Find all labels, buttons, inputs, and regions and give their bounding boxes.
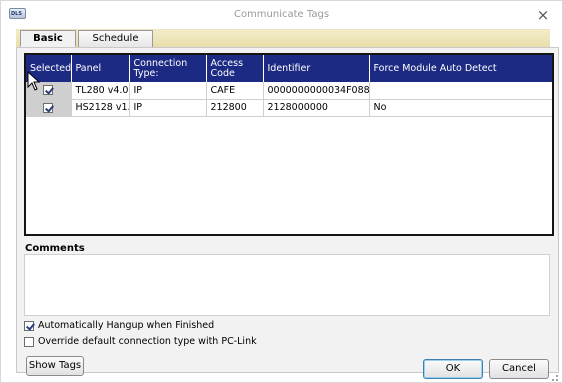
table-row[interactable]: HS2128 v1.1 IP 212800 2128000000 No xyxy=(26,99,552,117)
table-row[interactable]: TL280 v4.0 IP CAFE 0000000000034F088F6B xyxy=(26,82,552,100)
comments-input[interactable] xyxy=(24,254,550,316)
ok-button[interactable]: OK xyxy=(423,359,483,379)
column-header-connection-type[interactable]: Connection Type: xyxy=(129,55,207,82)
row-selected-checkbox[interactable] xyxy=(43,102,54,113)
tab-schedule[interactable]: Schedule xyxy=(78,30,153,47)
auto-hangup-option[interactable]: Automatically Hangup when Finished xyxy=(24,319,214,333)
access-code-cell: CAFE xyxy=(206,82,264,100)
column-header-panel[interactable]: Panel xyxy=(71,55,130,82)
column-header-identifier[interactable]: Identifier xyxy=(263,55,370,82)
force-detect-cell: No xyxy=(369,99,552,117)
close-icon[interactable]: × xyxy=(532,5,554,25)
access-code-cell: 212800 xyxy=(206,99,264,117)
cancel-button[interactable]: Cancel xyxy=(489,359,549,379)
window-title: Communicate Tags xyxy=(233,9,330,20)
force-detect-cell xyxy=(369,82,552,100)
resize-grip-icon[interactable] xyxy=(548,371,560,383)
title-bar[interactable]: DLS Communicate Tags × xyxy=(1,1,562,29)
communicate-tags-window: DLS Communicate Tags × Basic Schedule Se… xyxy=(0,0,563,383)
identifier-cell: 0000000000034F088F6B xyxy=(263,82,370,100)
panel-cell: HS2128 v1.1 xyxy=(71,99,130,117)
connection-type-cell: IP xyxy=(129,99,207,117)
column-header-force-module-auto-detect[interactable]: Force Module Auto Detect xyxy=(369,55,552,82)
comments-label: Comments xyxy=(25,243,85,254)
override-connection-option[interactable]: Override default connection type with PC… xyxy=(24,335,257,349)
table-header-row: Selected Panel Connection Type: Access C… xyxy=(26,55,552,82)
override-connection-label: Override default connection type with PC… xyxy=(38,336,257,347)
tags-grid[interactable]: Selected Panel Connection Type: Access C… xyxy=(24,53,554,236)
show-tags-button[interactable]: Show Tags xyxy=(26,356,84,376)
row-selected-cell[interactable] xyxy=(26,99,72,117)
identifier-cell: 2128000000 xyxy=(263,99,370,117)
tags-table: Selected Panel Connection Type: Access C… xyxy=(26,55,552,117)
column-header-access-code[interactable]: Access Code xyxy=(206,55,264,82)
mouse-cursor-icon xyxy=(27,71,41,91)
override-connection-checkbox[interactable] xyxy=(24,337,34,347)
auto-hangup-checkbox[interactable] xyxy=(24,321,34,331)
tab-basic[interactable]: Basic xyxy=(20,30,76,47)
panel-cell: TL280 v4.0 xyxy=(71,82,130,100)
auto-hangup-label: Automatically Hangup when Finished xyxy=(38,320,215,331)
row-selected-checkbox[interactable] xyxy=(43,85,54,96)
connection-type-cell: IP xyxy=(129,82,207,100)
